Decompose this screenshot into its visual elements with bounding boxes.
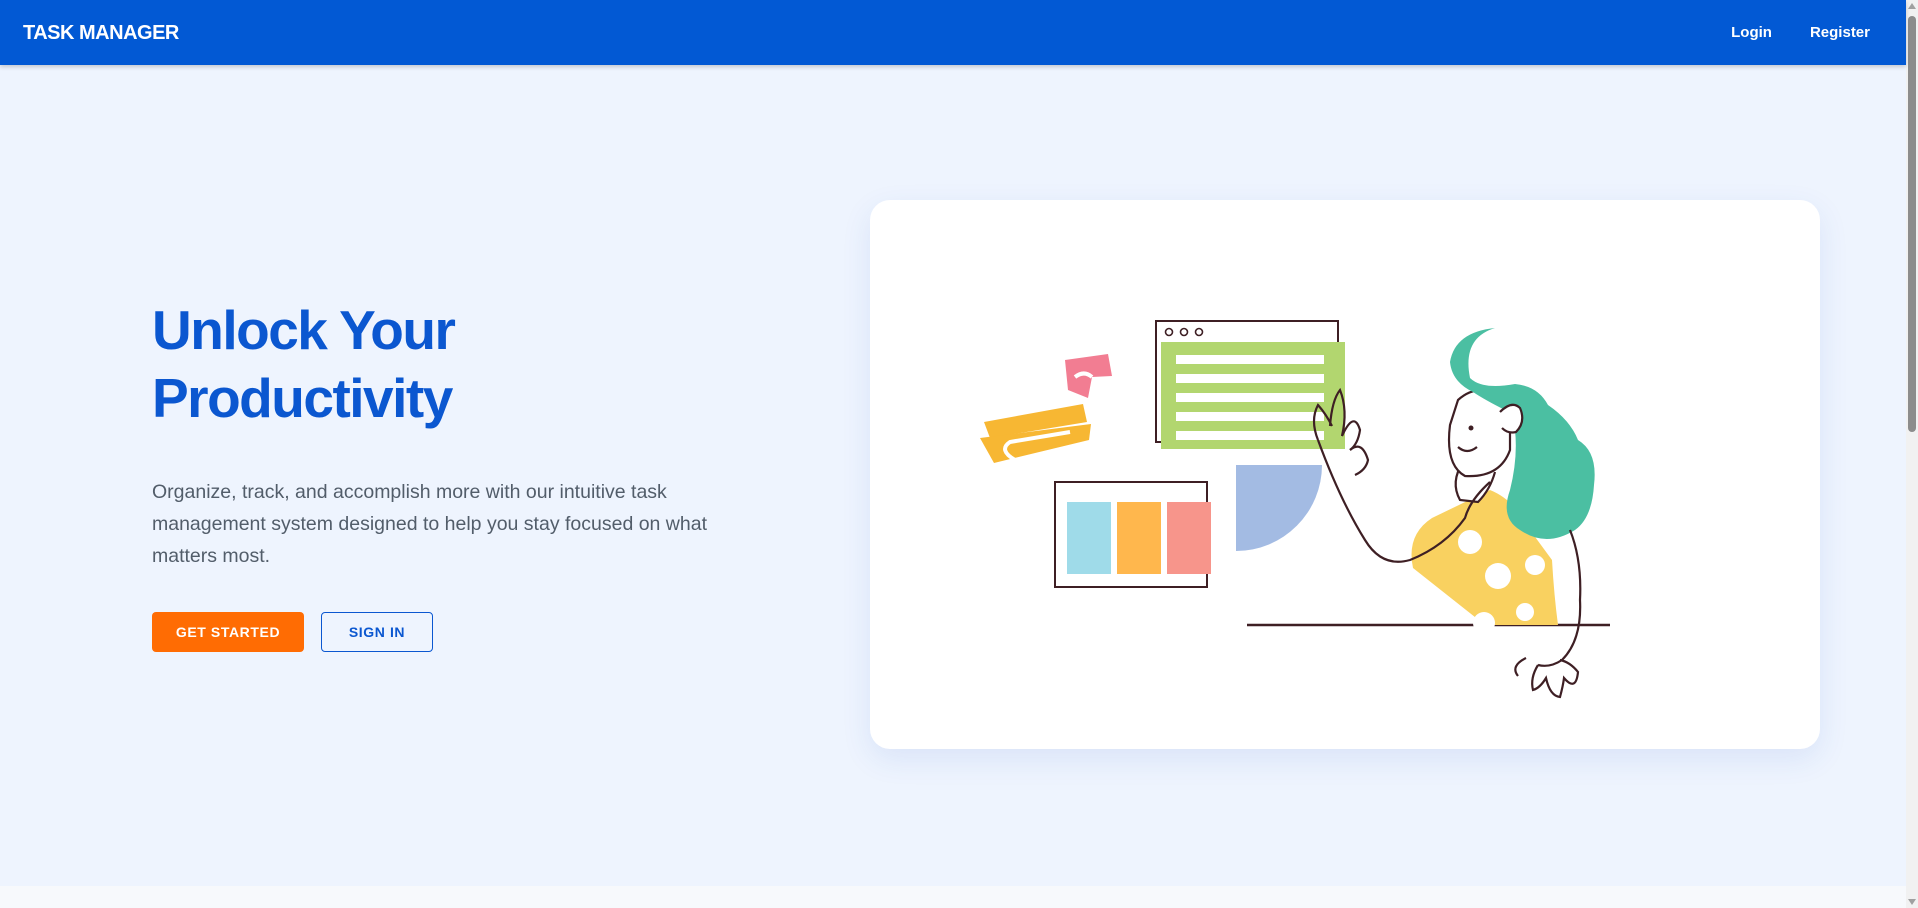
footer-strip [0, 886, 1906, 908]
page-scrollbar[interactable] [1906, 0, 1918, 908]
sign-in-button[interactable]: SIGN IN [321, 612, 433, 652]
register-link[interactable]: Register [1810, 24, 1870, 41]
scrollbar-thumb[interactable] [1908, 16, 1916, 432]
hero-description: Organize, track, and accomplish more wit… [152, 481, 707, 567]
hero-title: Unlock Your Productivity [152, 296, 672, 432]
nav-links: Login Register [1731, 24, 1870, 41]
hero-title-line-1: Unlock Your [152, 299, 456, 361]
login-link[interactable]: Login [1731, 24, 1772, 41]
scroll-down-arrow-icon[interactable] [1908, 899, 1916, 905]
top-navbar: TASK MANAGER Login Register [0, 0, 1906, 65]
paper-clip-icon [980, 354, 1112, 463]
browser-window-icon [1155, 320, 1345, 449]
get-started-button[interactable]: GET STARTED [152, 612, 304, 652]
hero-illustration-card [870, 200, 1820, 749]
kanban-board-icon [1054, 481, 1211, 588]
scroll-up-arrow-icon[interactable] [1908, 3, 1916, 9]
hero-title-line-2: Productivity [152, 367, 453, 429]
quarter-circle-shape [1236, 465, 1322, 551]
woman-waving-illustration [980, 320, 1610, 699]
brand-logo[interactable]: TASK MANAGER [23, 22, 179, 45]
